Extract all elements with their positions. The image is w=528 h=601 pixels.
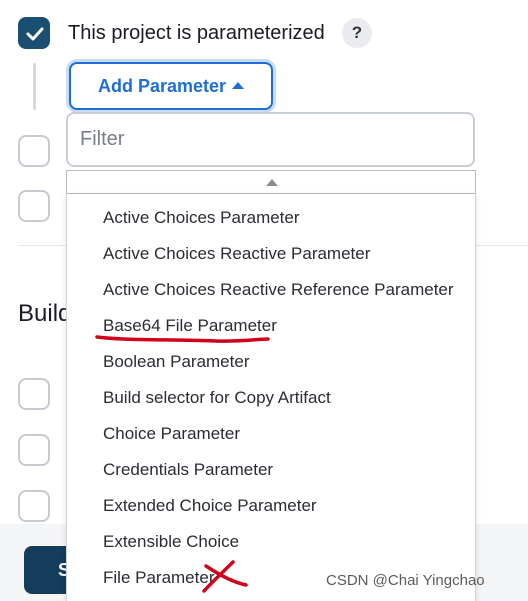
annotation-overlay bbox=[95, 335, 270, 593]
underline-annotation bbox=[95, 335, 270, 343]
watermark-text: CSDN @Chai Yingchao bbox=[326, 572, 485, 589]
jenkins-config-page: This project is parameterized ? Add Para… bbox=[0, 0, 528, 601]
